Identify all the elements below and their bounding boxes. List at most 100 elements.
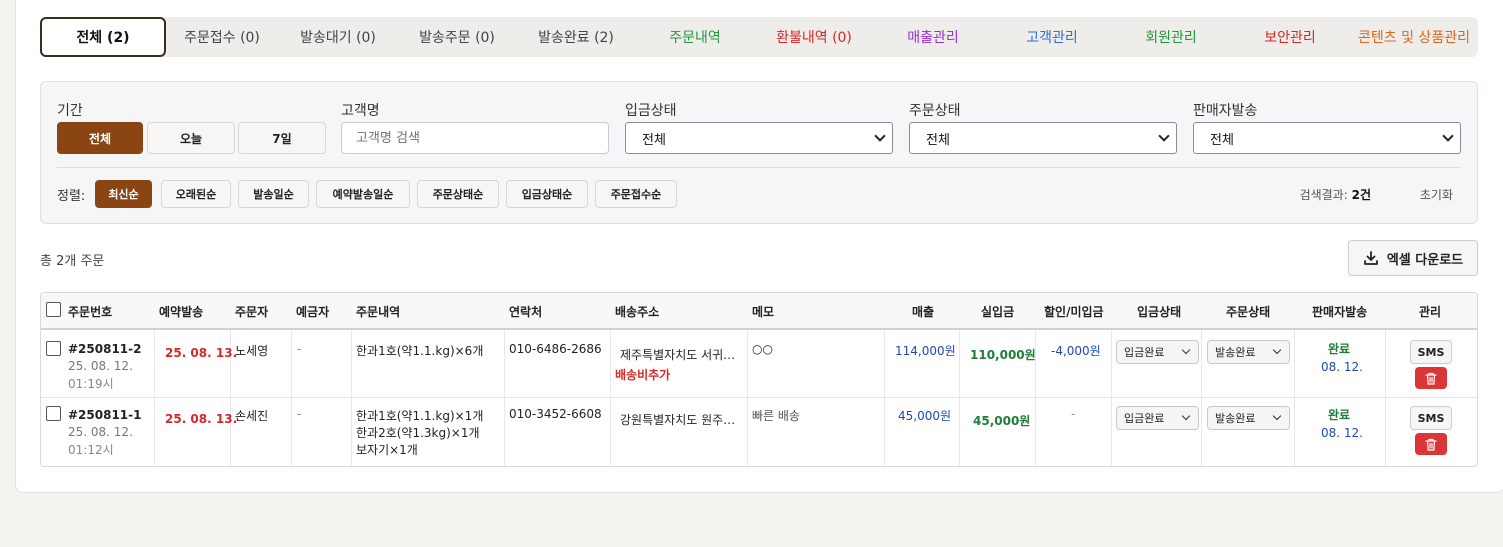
order-status-select[interactable]: 발송완료	[1207, 340, 1290, 364]
sort-deposit-status-button[interactable]: 입금상태순	[506, 180, 588, 208]
chevron-down-icon	[874, 130, 886, 142]
sort-label: 정렬:	[57, 189, 86, 204]
header-seller-shipping: 판매자발송	[1312, 305, 1368, 319]
shipping-address: 강원특별자치도 원주…	[620, 413, 736, 427]
header-order-status: 주문상태	[1226, 305, 1271, 319]
order-item: 보자기×1개	[356, 443, 418, 457]
seller-date: 08. 12.	[1321, 360, 1363, 374]
row-checkbox[interactable]	[46, 341, 61, 356]
header-phone: 연락처	[509, 305, 543, 319]
order-item: 한과2호(약1.3kg)×1개	[356, 426, 480, 440]
period-7days-button[interactable]: 7일	[238, 122, 326, 154]
phone-number: 010-3452-6608	[509, 407, 602, 421]
period-label: 기간	[57, 103, 83, 119]
chevron-down-icon	[1272, 345, 1282, 355]
order-status-value: 전체	[926, 132, 950, 148]
header-memo: 메모	[752, 305, 775, 319]
memo-text: ○○	[752, 342, 773, 356]
tab-security-management[interactable]: 보안관리	[1230, 17, 1350, 57]
search-result-prefix: 검색결과:	[1299, 188, 1348, 202]
order-time: 01:12시	[68, 443, 114, 457]
excel-download-label: 엑셀 다운로드	[1386, 252, 1464, 268]
header-order-number: 주문번호	[68, 305, 113, 319]
tab-waiting-shipment[interactable]: 발송대기 (0)	[278, 17, 398, 57]
header-depositor: 예금자	[296, 305, 330, 319]
reserve-date: 25. 08. 13.	[165, 346, 238, 360]
reset-button[interactable]: 초기화	[1420, 186, 1453, 203]
sort-order-received-button[interactable]: 주문접수순	[595, 180, 677, 208]
deposit-status-value: 전체	[642, 132, 666, 148]
sms-button[interactable]: SMS	[1410, 340, 1452, 364]
paid-amount: 45,000원	[973, 414, 1031, 428]
discount-amount: -4,000원	[1051, 344, 1101, 358]
sort-reserved-ship-date-button[interactable]: 예약발송일순	[316, 180, 410, 208]
header-deposit-status: 입금상태	[1137, 305, 1182, 319]
phone-number: 010-6486-2686	[509, 342, 602, 356]
tab-order-history[interactable]: 주문내역	[636, 17, 754, 57]
tab-order-received[interactable]: 주문접수 (0)	[166, 17, 278, 57]
seller-shipping-value: 전체	[1210, 132, 1234, 148]
table-row[interactable]: #250811-2 25. 08. 12. 01:19시 25. 08. 13.…	[41, 330, 1477, 398]
delete-button[interactable]	[1415, 433, 1447, 455]
search-result-count: 검색결과: 2건	[1300, 186, 1371, 203]
memo-text: 빠른 배송	[752, 409, 800, 423]
tab-shipping-orders[interactable]: 발송주문 (0)	[398, 17, 516, 57]
sort-order-status-button[interactable]: 주문상태순	[417, 180, 499, 208]
sort-ship-date-button[interactable]: 발송일순	[238, 180, 309, 208]
deposit-status-label: 입금상태	[625, 103, 677, 119]
deposit-status-select[interactable]: 전체	[625, 122, 893, 154]
shipping-fee-badge: 배송비추가	[615, 368, 671, 382]
sales-amount: 114,000원	[895, 344, 956, 358]
tab-refund-history[interactable]: 환불내역 (0)	[754, 17, 874, 57]
tab-content-product-management[interactable]: 콘텐츠 및 상품관리	[1350, 17, 1478, 57]
tab-sales-management[interactable]: 매출관리	[874, 17, 992, 57]
orderer-name: 노세영	[235, 344, 269, 358]
download-icon	[1363, 251, 1378, 265]
order-status-label: 주문상태	[909, 103, 961, 119]
select-all-checkbox[interactable]	[46, 302, 61, 317]
chevron-down-icon	[1181, 345, 1191, 355]
tab-member-management[interactable]: 회원관리	[1112, 17, 1230, 57]
order-status-value: 발송완료	[1215, 346, 1256, 359]
order-item: 한과1호(약1.1.kg)×1개	[356, 409, 484, 423]
delete-button[interactable]	[1415, 367, 1447, 389]
period-today-button[interactable]: 오늘	[147, 122, 235, 154]
table-row[interactable]: #250811-1 25. 08. 12. 01:12시 25. 08. 13.…	[41, 398, 1477, 466]
period-all-button[interactable]: 전체	[57, 122, 143, 154]
order-number[interactable]: #250811-2	[68, 342, 141, 356]
orders-table: 주문번호 예약발송 주문자 예금자 주문내역 연락처 배송주소 메모 매출 실입…	[40, 292, 1478, 467]
header-address: 배송주소	[615, 305, 660, 319]
trash-icon	[1425, 372, 1437, 385]
customer-search-input[interactable]	[341, 122, 609, 154]
header-sales: 매출	[912, 305, 935, 319]
order-status-select[interactable]: 발송완료	[1207, 406, 1290, 430]
total-orders-text: 총 2개 주문	[40, 254, 105, 269]
excel-download-button[interactable]: 엑셀 다운로드	[1348, 240, 1478, 276]
seller-shipping-select[interactable]: 전체	[1193, 122, 1461, 154]
sort-latest-button[interactable]: 최신순	[95, 180, 152, 208]
chevron-down-icon	[1272, 411, 1282, 421]
reserve-date: 25. 08. 13.	[165, 412, 238, 426]
order-status-select[interactable]: 전체	[909, 122, 1177, 154]
trash-icon	[1425, 438, 1437, 451]
chevron-down-icon	[1158, 130, 1170, 142]
sales-amount: 45,000원	[898, 409, 952, 423]
tab-shipped[interactable]: 발송완료 (2)	[516, 17, 636, 57]
seller-status: 완료	[1328, 408, 1351, 422]
seller-status: 완료	[1328, 342, 1351, 356]
row-checkbox[interactable]	[46, 406, 61, 421]
order-date: 25. 08. 12.	[68, 425, 133, 439]
order-date: 25. 08. 12.	[68, 359, 133, 373]
tab-customer-management[interactable]: 고객관리	[992, 17, 1112, 57]
deposit-status-select[interactable]: 입금완료	[1116, 406, 1199, 430]
order-time: 01:19시	[68, 377, 114, 391]
depositor-name: -	[297, 342, 302, 356]
filter-panel: 기간 전체 오늘 7일 고객명 입금상태 전체 주문상태 전체 판매자발송 전체…	[40, 81, 1478, 224]
deposit-status-select[interactable]: 입금완료	[1116, 340, 1199, 364]
sort-oldest-button[interactable]: 오래된순	[161, 180, 231, 208]
order-number[interactable]: #250811-1	[68, 408, 141, 422]
depositor-name: -	[297, 407, 302, 421]
sms-button[interactable]: SMS	[1410, 406, 1452, 430]
tab-all[interactable]: 전체 (2)	[40, 17, 166, 57]
header-orderer: 주문자	[235, 305, 269, 319]
